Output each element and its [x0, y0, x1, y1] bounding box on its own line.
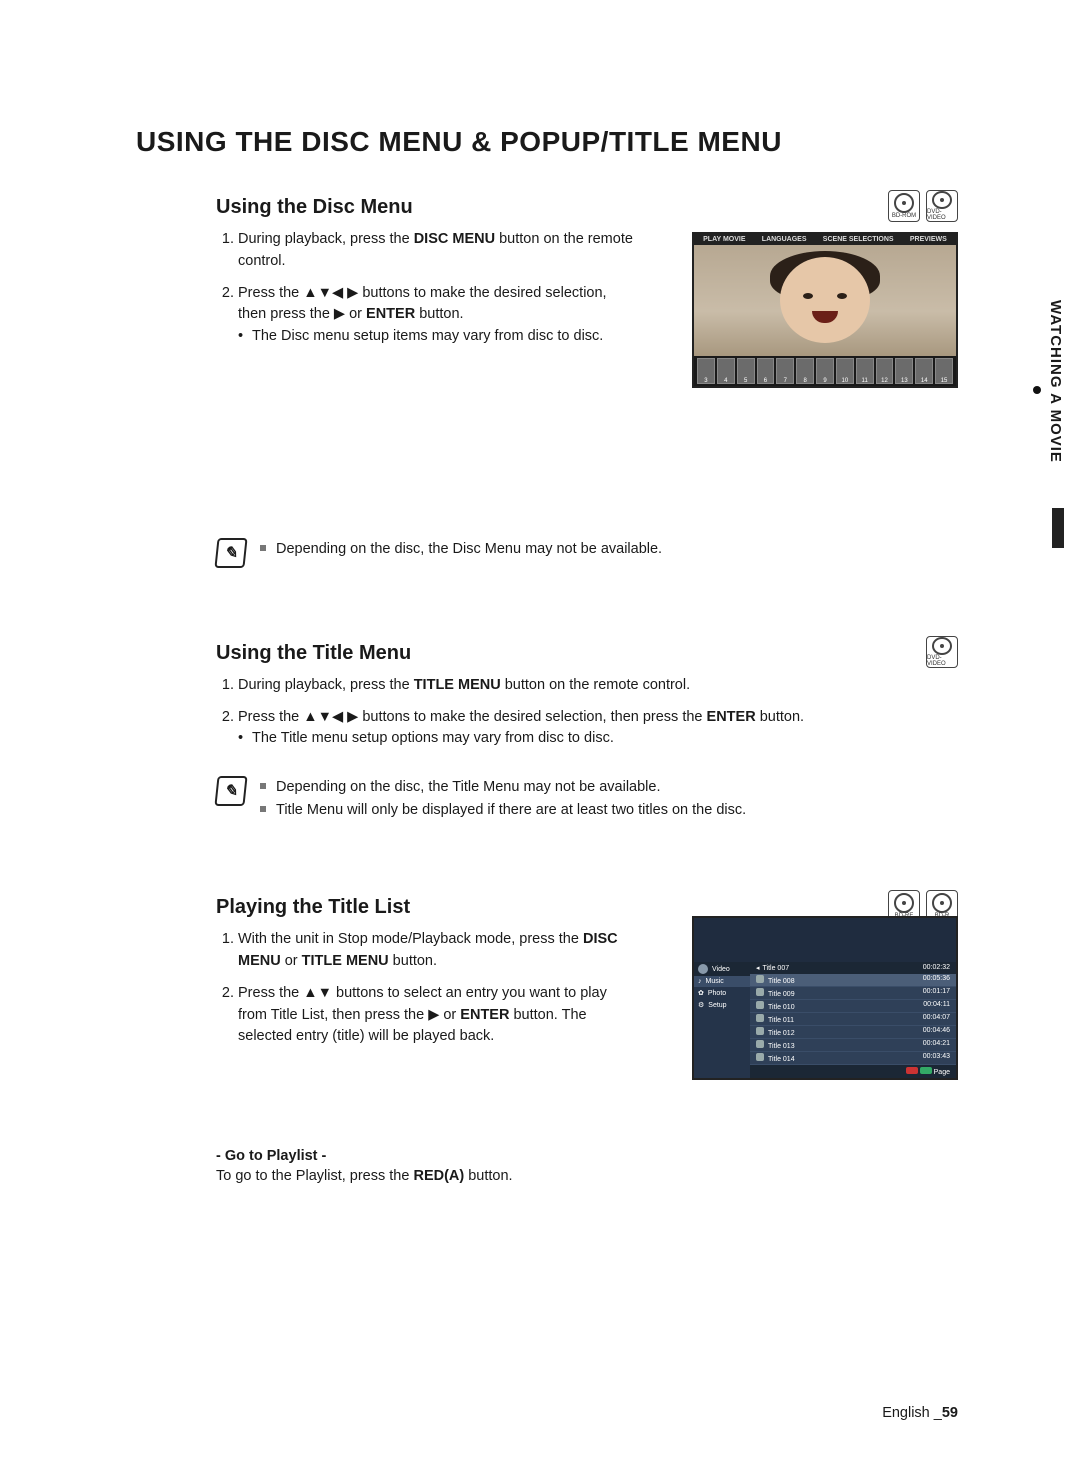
note-list: Depending on the disc, the Disc Menu may… — [260, 538, 662, 561]
title-name: Title 013 — [768, 1043, 795, 1050]
section-heading: Using the Title Menu — [216, 642, 958, 665]
title-list: Title 007 00:02:32 Title 008 00:05:36 Titl… — [750, 962, 956, 1078]
footer-language: English — [882, 1405, 930, 1421]
section-body: With the unit in Stop mode/Playback mode… — [216, 929, 636, 1048]
title-time: 00:04:21 — [923, 1040, 950, 1050]
title-name: Title 008 — [768, 978, 795, 985]
step-2: Press the ▲▼ buttons to select an entry … — [238, 983, 636, 1048]
title-name: Title 012 — [768, 1030, 795, 1037]
disc-type-icons: DVD-VIDEO — [926, 636, 958, 668]
title-list-screenshot: Video ♪Music ✿Photo ⚙Setup Title 007 00:0… — [692, 916, 958, 1080]
step-2-note: The Title menu setup options may vary fr… — [238, 728, 958, 750]
bullet-icon — [1033, 386, 1041, 394]
title-name: Title 014 — [768, 1056, 795, 1063]
step-1: During playback, press the DISC MENU but… — [238, 229, 636, 273]
title-time: 00:03:43 — [923, 1053, 950, 1063]
section-title-menu: DVD-VIDEO Using the Title Menu During pl… — [216, 642, 958, 823]
step-list: During playback, press the DISC MENU but… — [216, 229, 636, 348]
title-time: 00:04:07 — [923, 1014, 950, 1024]
step-2: Press the ▲▼◀ ▶ buttons to make the desi… — [238, 707, 958, 751]
disc-icon-label: DVD-VIDEO — [927, 209, 957, 221]
tab: SCENE SELECTIONS — [823, 236, 894, 243]
step-1: With the unit in Stop mode/Playback mode… — [238, 929, 636, 973]
section-title-list: BD-RE BD-R Playing the Title List With t… — [216, 896, 958, 1184]
disc-type-icons: BD-ROM DVD-VIDEO — [888, 190, 958, 222]
disc-menu-tabs: PLAY MOVIE LANGUAGES SCENE SELECTIONS PR… — [694, 234, 956, 245]
note-icon: ✎ — [214, 776, 247, 806]
chapter-tab-label: WATCHING A MOVIE — [1047, 300, 1064, 480]
note-list: Depending on the disc, the Title Menu ma… — [260, 776, 746, 822]
disc-icon-label: BD-ROM — [892, 213, 916, 219]
list-footer: Page — [750, 1065, 956, 1078]
page-footer: English _59 — [882, 1405, 958, 1421]
disc-icon-dvd-video: DVD-VIDEO — [926, 190, 958, 222]
title-name: Title 011 — [768, 1017, 794, 1024]
thumb-tab-bar — [1052, 508, 1064, 548]
scene-thumbs: 3 4 5 6 7 8 9 10 11 12 13 14 15 — [694, 356, 956, 386]
title-name: Title 009 — [768, 991, 795, 998]
list-header-title: Title 007 — [763, 965, 790, 972]
tab: LANGUAGES — [762, 236, 807, 243]
chapter-tab: WATCHING A MOVIE — [1033, 300, 1064, 480]
title-time: 00:04:46 — [923, 1027, 950, 1037]
left-nav-item: Music — [706, 978, 724, 985]
note-item: Depending on the disc, the Disc Menu may… — [260, 538, 662, 561]
section-body: During playback, press the DISC MENU but… — [216, 229, 636, 348]
title-time: 00:04:11 — [923, 1001, 950, 1011]
title-time: 00:05:36 — [923, 975, 950, 985]
tab: PREVIEWS — [910, 236, 947, 243]
section-heading: Using the Disc Menu — [216, 196, 958, 219]
manual-page: USING THE DISC MENU & POPUP/TITLE MENU W… — [0, 0, 1080, 1477]
list-header-time: 00:02:32 — [923, 964, 950, 972]
movie-frame-illustration — [694, 245, 956, 356]
note-row: ✎ Depending on the disc, the Title Menu … — [216, 776, 958, 822]
left-nav-header: Video — [712, 966, 730, 973]
disc-icon-label: DVD-VIDEO — [927, 655, 957, 667]
section-disc-menu: BD-ROM DVD-VIDEO Using the Disc Menu Dur… — [216, 196, 958, 568]
title-name: Title 010 — [768, 1004, 795, 1011]
note-item: Depending on the disc, the Title Menu ma… — [260, 776, 746, 799]
left-nav-item: Setup — [708, 1002, 726, 1009]
footer-page-number: 59 — [942, 1405, 958, 1421]
step-2: Press the ▲▼◀ ▶ buttons to make the desi… — [238, 283, 636, 348]
step-2-note: The Disc menu setup items may vary from … — [238, 326, 636, 348]
left-nav: Video ♪Music ✿Photo ⚙Setup — [694, 962, 750, 1078]
title-time: 00:01:17 — [923, 988, 950, 998]
disc-icon-dvd-video: DVD-VIDEO — [926, 636, 958, 668]
page-title: USING THE DISC MENU & POPUP/TITLE MENU — [136, 126, 958, 158]
note-icon: ✎ — [214, 538, 247, 568]
left-nav-item: Photo — [708, 990, 726, 997]
step-list: With the unit in Stop mode/Playback mode… — [216, 929, 636, 1048]
preview-area — [694, 918, 956, 962]
step-1: During playback, press the TITLE MENU bu… — [238, 675, 958, 697]
sub-text: To go to the Playlist, press the RED(A) … — [216, 1168, 958, 1184]
note-row: ✎ Depending on the disc, the Disc Menu m… — [216, 538, 958, 568]
tab: PLAY MOVIE — [703, 236, 745, 243]
disc-menu-screenshot: PLAY MOVIE LANGUAGES SCENE SELECTIONS PR… — [692, 232, 958, 388]
disc-icon-bd-rom: BD-ROM — [888, 190, 920, 222]
note-item: Title Menu will only be displayed if the… — [260, 799, 746, 822]
sub-heading: - Go to Playlist - — [216, 1148, 958, 1164]
step-list: During playback, press the TITLE MENU bu… — [216, 675, 958, 750]
